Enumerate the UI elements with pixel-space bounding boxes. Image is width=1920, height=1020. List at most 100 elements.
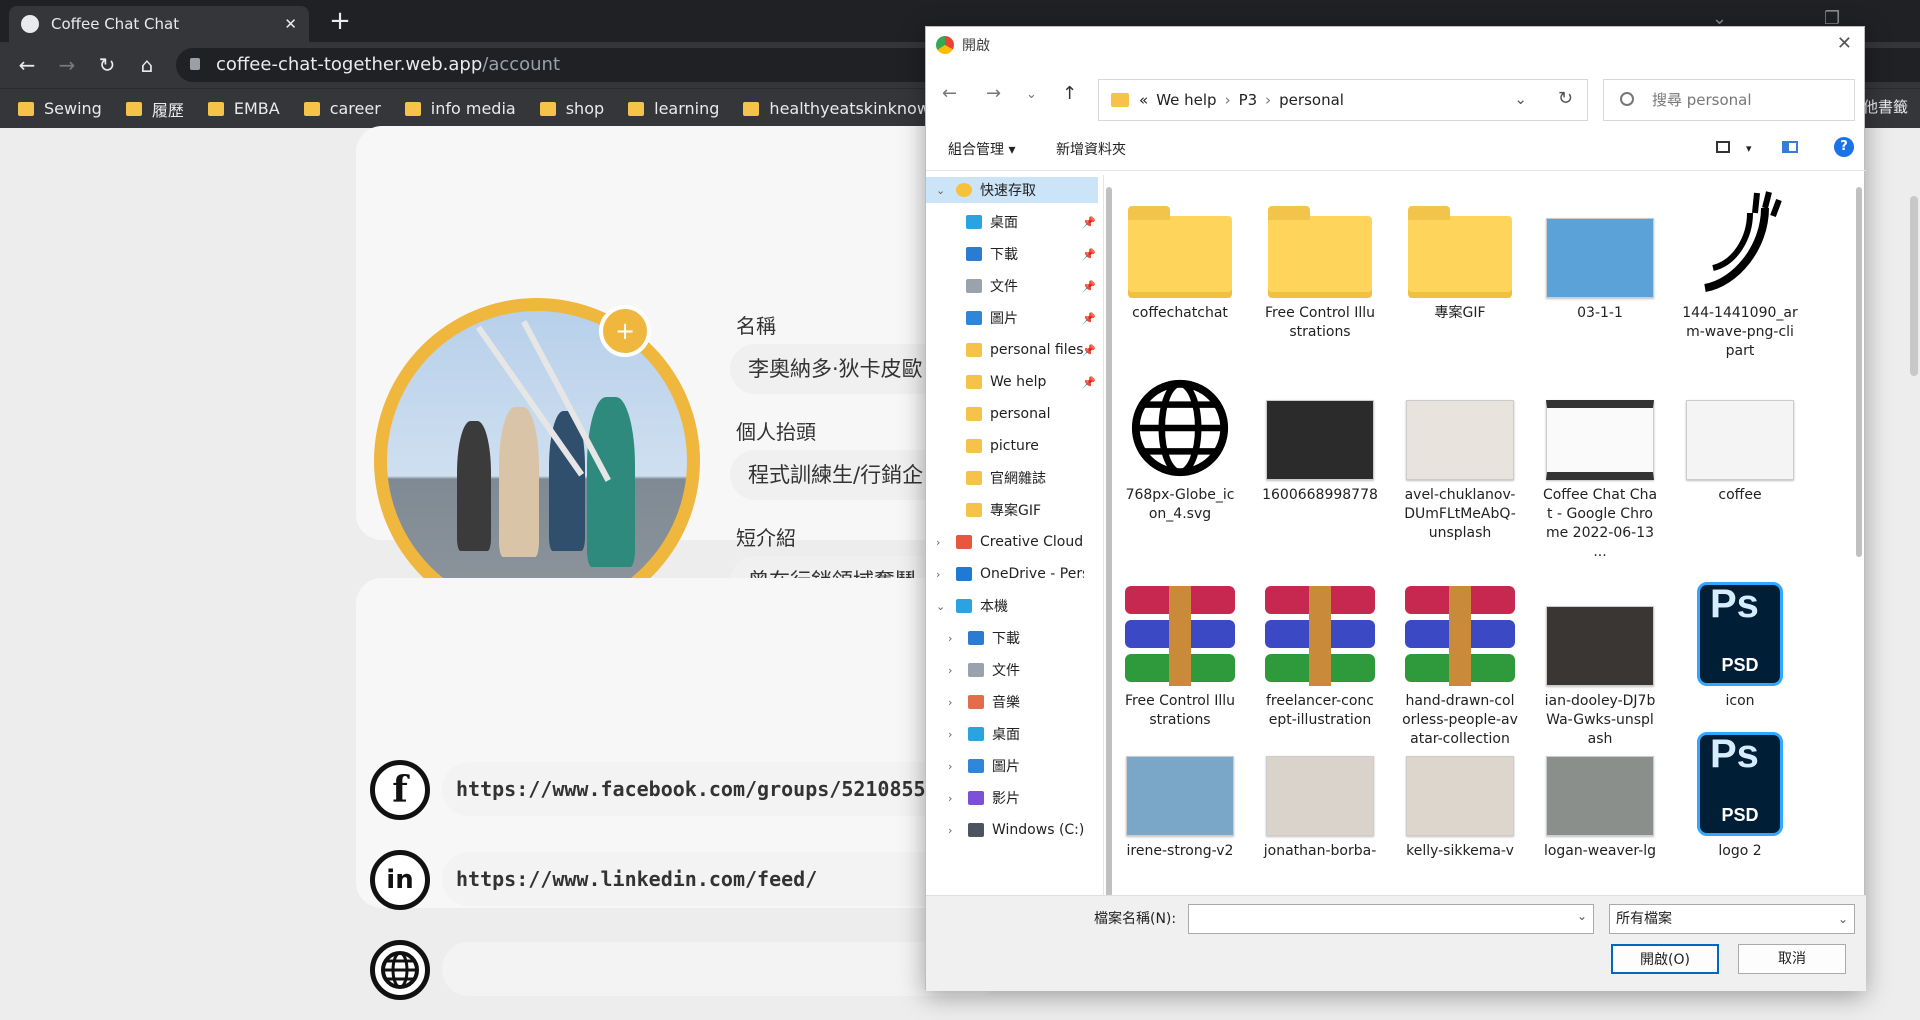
new-tab-button[interactable]: + [325, 6, 355, 36]
tree-item[interactable]: 專案GIF [926, 497, 1098, 523]
tree-item[interactable]: › 下載 [926, 625, 1098, 651]
tree-item[interactable]: ⌄ 快速存取 [926, 177, 1098, 203]
file-item[interactable]: 1600668998778 [1262, 365, 1378, 505]
open-button[interactable]: 開啟(O) [1611, 944, 1719, 974]
tree-item[interactable]: › 圖片 [926, 753, 1098, 779]
bookmark-item[interactable]: shop [539, 99, 604, 118]
recent-locations-icon[interactable]: ⌄ [1026, 87, 1037, 102]
chevron-right-icon[interactable]: › [948, 824, 960, 837]
avatar[interactable] [387, 311, 687, 611]
bookmark-item[interactable]: 履歷 [125, 97, 184, 121]
facebook-link-input[interactable]: https://www.facebook.com/groups/52108555… [442, 762, 1002, 816]
chevron-down-icon[interactable]: ⌄ [1577, 909, 1587, 923]
file-item[interactable]: freelancer-concept-illustration [1262, 571, 1378, 730]
filename-input[interactable]: ⌄ [1188, 904, 1594, 934]
chevron-right-icon[interactable]: › [948, 760, 960, 773]
file-scrollbar[interactable] [1856, 187, 1862, 557]
file-type-select[interactable]: 所有檔案 ⌄ [1609, 904, 1855, 934]
file-item[interactable]: 專案GIF [1402, 183, 1518, 323]
folder-icon [966, 439, 982, 453]
tree-item[interactable]: › 文件 [926, 657, 1098, 683]
file-item[interactable]: jonathan-borba- [1262, 721, 1378, 861]
tree-item[interactable]: 圖片 📌 [926, 305, 1098, 331]
chevron-right-icon[interactable]: › [948, 696, 960, 709]
file-item[interactable]: kelly-sikkema-v [1402, 721, 1518, 861]
back-icon[interactable]: ← [942, 83, 957, 104]
bookmark-item[interactable]: healthyeatskinknow [743, 99, 930, 118]
chevron-down-icon[interactable]: ⌄ [1514, 90, 1527, 108]
linkedin-link-input[interactable]: https://www.linkedin.com/feed/ [442, 852, 1002, 906]
browser-tab[interactable]: Coffee Chat Chat ✕ [9, 6, 309, 42]
reload-icon[interactable]: ↻ [94, 52, 120, 78]
dialog-close-icon[interactable]: ✕ [1837, 33, 1852, 54]
file-item[interactable]: Ps PSD icon [1682, 571, 1798, 711]
navigation-tree: ⌄ 快速存取桌面 📌 下載 📌 文件 📌 圖片 📌 personal files 📌 We help 📌… [926, 175, 1104, 895]
page-scrollbar[interactable] [1910, 196, 1918, 376]
up-icon[interactable]: ↑ [1062, 83, 1077, 104]
file-item[interactable]: logan-weaver-lg [1542, 721, 1658, 861]
file-item[interactable]: 03-1-1 [1542, 183, 1658, 323]
breadcrumb[interactable]: « We help › P3 › personal ⌄ ↻ [1098, 79, 1588, 121]
help-icon[interactable]: ? [1834, 137, 1854, 157]
chevron-right-icon[interactable]: › [936, 536, 948, 549]
website-link-input[interactable] [442, 942, 1002, 996]
refresh-icon[interactable]: ↻ [1558, 88, 1573, 109]
file-item[interactable]: irene-strong-v2 [1122, 721, 1238, 861]
forward-icon[interactable]: → [986, 83, 1001, 104]
file-item[interactable]: 144-1441090_arm-wave-png-clipart [1682, 183, 1798, 361]
tree-item[interactable]: picture [926, 433, 1098, 459]
search-input[interactable]: 搜尋 personal [1603, 79, 1855, 121]
tree-item-label: 圖片 [992, 759, 1020, 775]
chevron-right-icon[interactable]: › [948, 664, 960, 677]
breadcrumb-item[interactable]: P3 [1239, 91, 1258, 109]
back-icon[interactable]: ← [14, 52, 40, 78]
tree-item[interactable]: › 桌面 [926, 721, 1098, 747]
tree-scrollbar[interactable] [1106, 187, 1112, 907]
file-item[interactable]: Ps PSD logo 2 [1682, 721, 1798, 861]
view-options-icon[interactable] [1716, 141, 1730, 153]
organize-button[interactable]: 組合管理 ▾ [948, 139, 1015, 159]
cancel-button[interactable]: 取消 [1738, 944, 1846, 974]
tree-item[interactable]: 桌面 📌 [926, 209, 1098, 235]
home-icon[interactable]: ⌂ [134, 52, 160, 78]
forward-icon[interactable]: → [54, 52, 80, 78]
chevron-right-icon[interactable]: › [948, 792, 960, 805]
file-item[interactable]: coffee [1682, 365, 1798, 505]
bookmark-item[interactable]: info media [404, 99, 516, 118]
chevron-down-icon[interactable]: ⌄ [936, 184, 948, 197]
tree-item[interactable]: › 影片 [926, 785, 1098, 811]
tree-item[interactable]: 文件 📌 [926, 273, 1098, 299]
tree-item[interactable]: personal [926, 401, 1098, 427]
tree-item[interactable]: personal files 📌 [926, 337, 1098, 363]
tree-item[interactable]: We help 📌 [926, 369, 1098, 395]
tree-item[interactable]: 下載 📌 [926, 241, 1098, 267]
file-item[interactable]: avel-chuklanov-DUmFLtMeAbQ-unsplash [1402, 365, 1518, 543]
bookmark-item[interactable]: EMBA [207, 99, 280, 118]
tree-item[interactable]: › OneDrive - Personal [926, 561, 1098, 587]
tree-item[interactable]: › 音樂 [926, 689, 1098, 715]
tree-item[interactable]: ⌄ 本機 [926, 593, 1098, 619]
chevron-right-icon[interactable]: › [948, 728, 960, 741]
bookmark-item[interactable]: Sewing [18, 99, 102, 118]
file-item[interactable]: coffechatchat [1122, 183, 1238, 323]
breadcrumb-item[interactable]: personal [1279, 91, 1344, 109]
file-item[interactable]: Free Control Illustrations [1122, 571, 1238, 730]
chevron-down-icon[interactable]: ▾ [1746, 142, 1752, 155]
file-item[interactable]: Coffee Chat Chat - Google Chrome 2022-06… [1542, 365, 1658, 562]
chevron-down-icon[interactable]: ⌄ [936, 600, 948, 613]
bookmark-item[interactable]: career [303, 99, 381, 118]
new-folder-button[interactable]: 新增資料夾 [1056, 139, 1126, 159]
change-avatar-button[interactable]: + [599, 305, 651, 357]
other-bookmarks[interactable]: 他書籤 [1863, 96, 1908, 117]
tree-item[interactable]: › Creative Cloud Files [926, 529, 1098, 555]
tree-item[interactable]: 官網雜誌 [926, 465, 1098, 491]
chevron-right-icon[interactable]: › [936, 568, 948, 581]
file-item[interactable]: 768px-Globe_icon_4.svg [1122, 365, 1238, 524]
chevron-right-icon[interactable]: › [948, 632, 960, 645]
close-tab-icon[interactable]: ✕ [284, 15, 297, 33]
breadcrumb-item[interactable]: We help [1156, 91, 1216, 109]
file-item[interactable]: Free Control Illustrations [1262, 183, 1378, 342]
preview-pane-icon[interactable] [1782, 141, 1798, 153]
bookmark-item[interactable]: learning [628, 99, 719, 118]
tree-item[interactable]: › Windows (C:) [926, 817, 1098, 843]
